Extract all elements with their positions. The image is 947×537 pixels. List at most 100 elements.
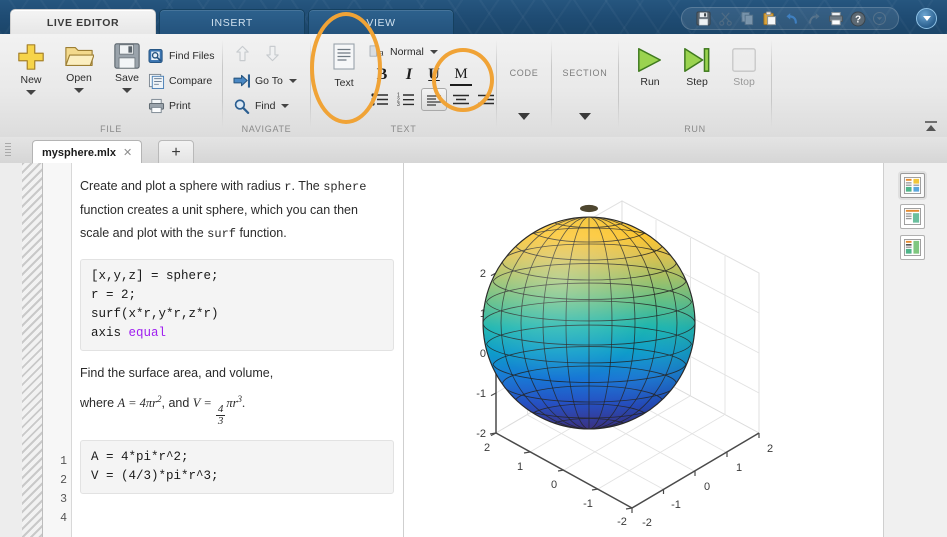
find-button[interactable]: Find xyxy=(233,96,290,115)
chevron-down-icon[interactable] xyxy=(429,49,438,54)
intro-run-0: Create and plot a sphere with radius xyxy=(80,179,285,193)
svg-text:0: 0 xyxy=(551,479,557,491)
print-button[interactable]: Print xyxy=(148,96,191,115)
stop-button[interactable]: Stop xyxy=(721,46,767,88)
save-icon[interactable] xyxy=(694,10,713,28)
compare-icon xyxy=(148,73,165,89)
stop-label: Stop xyxy=(733,76,755,88)
print-label: Print xyxy=(169,99,191,112)
play-icon xyxy=(638,48,662,72)
svg-text:1: 1 xyxy=(517,461,523,473)
step-button[interactable]: Step xyxy=(674,46,720,88)
document-tab-mysphere[interactable]: mysphere.mlx ✕ xyxy=(32,140,143,165)
underline-label: U xyxy=(428,66,440,83)
layout-output-inline-icon[interactable] xyxy=(900,173,925,198)
open-button[interactable]: Open xyxy=(56,42,102,93)
stop-icon xyxy=(732,48,756,72)
align-left-icon[interactable] xyxy=(421,88,447,111)
code-block-2[interactable]: A = 4*pi*r^2; V = (4/3)*pi*r^3; xyxy=(80,440,394,495)
help-icon[interactable]: ? xyxy=(848,10,867,28)
layout-output-right-icon[interactable] xyxy=(900,204,925,229)
save-label: Save xyxy=(115,72,139,84)
new-label: New xyxy=(20,74,42,86)
paragraph-math-line1: Find the surface area, and volume, xyxy=(80,366,274,380)
svg-text:-2: -2 xyxy=(617,516,627,528)
app-dropdown-icon[interactable] xyxy=(916,8,937,29)
open-label: Open xyxy=(66,72,92,84)
copy-icon[interactable] xyxy=(738,10,757,28)
run-button[interactable]: Run xyxy=(627,46,673,88)
document-content[interactable]: Create and plot a sphere with radius r. … xyxy=(72,163,402,537)
intro-run-3: sphere xyxy=(323,180,367,194)
align-center-icon[interactable] xyxy=(450,89,472,109)
monospace-button[interactable]: M xyxy=(450,65,472,86)
chevron-down-icon[interactable] xyxy=(288,78,297,83)
svg-text:1: 1 xyxy=(736,462,742,474)
line-number: 2 xyxy=(60,474,67,487)
new-button[interactable]: New xyxy=(8,42,54,95)
go-to-button[interactable]: Go To xyxy=(233,71,297,90)
bold-label: B xyxy=(376,66,388,83)
chevron-down-icon[interactable] xyxy=(74,88,84,93)
ribbon-group-section[interactable]: SECTION xyxy=(552,34,618,137)
math-prefix: where xyxy=(80,396,118,411)
underline-button[interactable]: U xyxy=(423,65,445,85)
paste-icon[interactable] xyxy=(760,10,779,28)
folder-icon xyxy=(65,47,94,66)
sphere-surface-plot[interactable]: 210-1-2 210-1-2 -2-1012 xyxy=(404,163,883,537)
ribbon-tab-view[interactable]: VIEW xyxy=(308,9,454,34)
find-files-button[interactable]: Find Files xyxy=(148,46,215,65)
document-tab-label: mysphere.mlx xyxy=(42,146,116,159)
line-number: 4 xyxy=(60,512,67,525)
print-icon[interactable] xyxy=(826,10,845,28)
run-label: Run xyxy=(640,76,660,88)
chevron-down-icon[interactable] xyxy=(497,113,551,120)
formula-volume-var: V = xyxy=(192,396,215,411)
ribbon-tab-live-editor[interactable]: LIVE EDITOR xyxy=(10,9,156,34)
go-up-button[interactable] xyxy=(233,44,252,63)
compare-button[interactable]: Compare xyxy=(148,71,212,90)
bold-button[interactable]: B xyxy=(371,65,393,85)
svg-text:2: 2 xyxy=(767,443,773,455)
chevron-down-icon[interactable] xyxy=(870,10,889,28)
chevron-down-icon[interactable] xyxy=(281,103,290,108)
close-icon[interactable]: ✕ xyxy=(123,146,132,159)
code-block-1[interactable]: [x,y,z] = sphere; r = 2; surf(x*r,y*r,z*… xyxy=(80,259,394,351)
save-button[interactable]: Save xyxy=(104,42,150,93)
quick-access-toolbar: ? xyxy=(681,7,899,30)
text-button[interactable]: Text xyxy=(321,42,367,89)
align-right-icon[interactable] xyxy=(475,89,497,109)
go-to-label: Go To xyxy=(255,74,283,87)
chevron-down-icon[interactable] xyxy=(552,113,618,120)
numbered-list-icon[interactable]: 123 xyxy=(395,89,417,109)
ribbon-group-code-label: CODE xyxy=(509,68,539,78)
chevron-down-icon[interactable] xyxy=(26,90,36,95)
ribbon-group-code[interactable]: CODE xyxy=(497,34,551,137)
group-separator xyxy=(771,40,772,128)
undo-icon[interactable] xyxy=(782,10,801,28)
style-icon: a xyxy=(369,45,384,58)
code-line: [x,y,z] = sphere; xyxy=(91,269,219,283)
ribbon-group-text-label: TEXT xyxy=(390,124,417,134)
minimize-ribbon-icon[interactable] xyxy=(923,120,939,134)
chevron-down-icon[interactable] xyxy=(122,88,132,93)
italic-button[interactable]: I xyxy=(398,65,420,85)
compare-label: Compare xyxy=(169,74,213,87)
editor-body: 1 2 3 4 5 6 Create and plot a sphere wit… xyxy=(0,163,947,537)
ribbon-group-file: New Open Save Find Files Compare Print F… xyxy=(0,34,222,137)
tab-strip-grip[interactable] xyxy=(5,143,11,158)
bulleted-list-icon[interactable] xyxy=(369,89,391,109)
ribbon-group-section-label: SECTION xyxy=(562,68,608,78)
text-style-dropdown[interactable]: a Normal xyxy=(369,42,438,61)
layout-output-hidden-icon[interactable] xyxy=(900,235,925,260)
new-document-tab-button[interactable]: + xyxy=(158,140,194,165)
ribbon-tab-label: LIVE EDITOR xyxy=(46,16,120,29)
redo-icon[interactable] xyxy=(804,10,823,28)
ribbon-tab-insert[interactable]: INSERT xyxy=(159,9,305,34)
find-label: Find xyxy=(255,99,276,112)
go-down-button[interactable] xyxy=(263,44,282,63)
arrow-down-icon xyxy=(266,45,279,62)
italic-label: I xyxy=(405,66,413,83)
search-icon xyxy=(234,98,250,114)
cut-icon[interactable] xyxy=(716,10,735,28)
